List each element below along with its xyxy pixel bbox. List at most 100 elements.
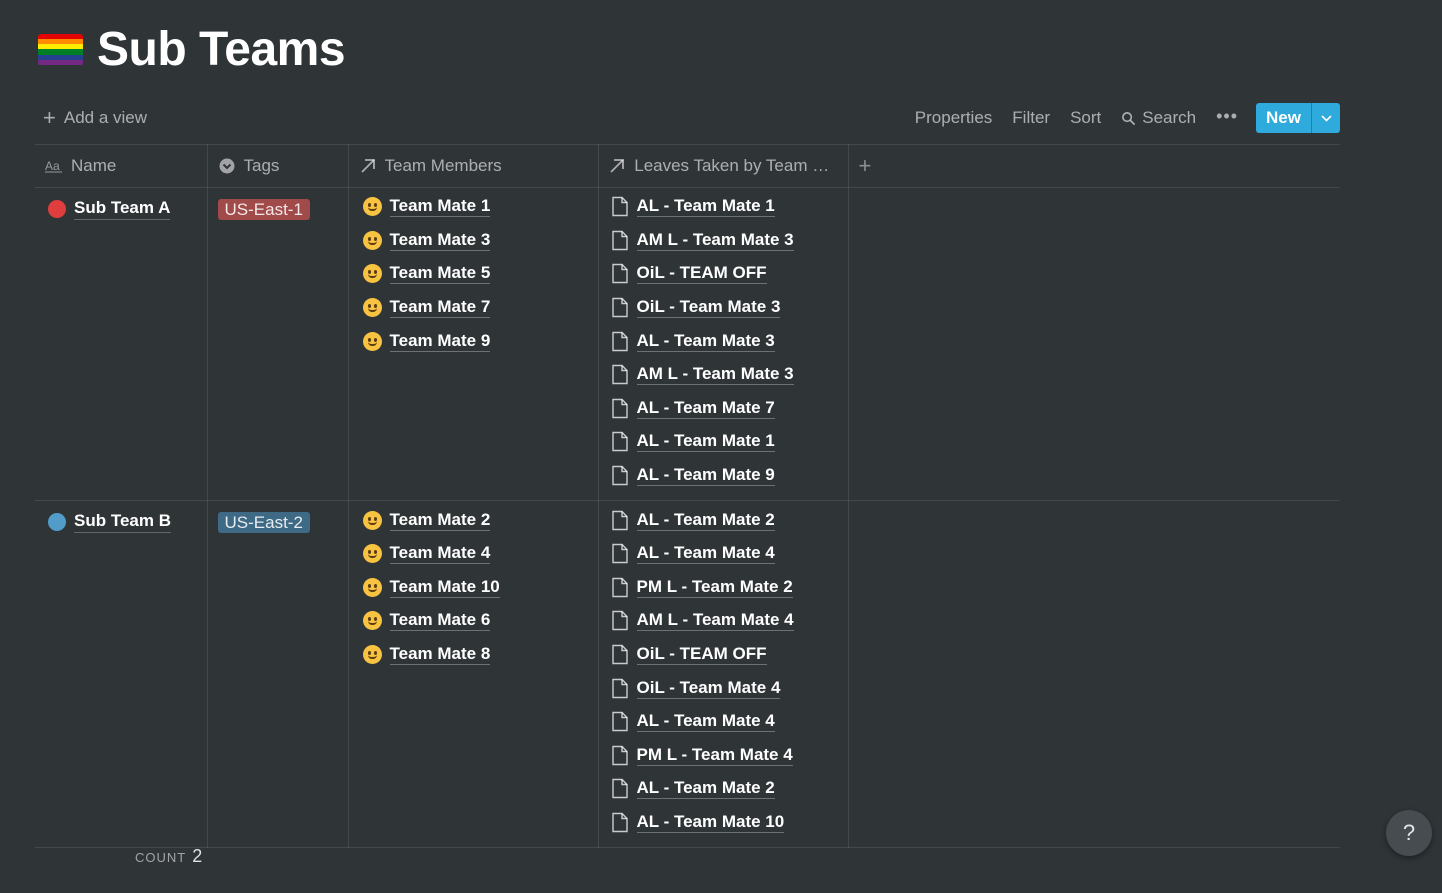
- leave-link[interactable]: PM L - Team Mate 2: [636, 577, 793, 598]
- column-header-leaves[interactable]: Leaves Taken by Team M...: [598, 144, 849, 188]
- leave-item[interactable]: AM L - Team Mate 4: [609, 604, 838, 638]
- column-label: Name: [71, 156, 117, 175]
- member-item[interactable]: Team Mate 8: [359, 638, 588, 672]
- search-label: Search: [1142, 108, 1197, 127]
- member-link[interactable]: Team Mate 1: [389, 196, 491, 218]
- more-options-icon[interactable]: •••: [1206, 106, 1248, 131]
- member-link[interactable]: Team Mate 10: [389, 577, 500, 598]
- chevron-down-icon[interactable]: [1311, 103, 1340, 133]
- member-link[interactable]: Team Mate 7: [389, 297, 491, 319]
- member-item[interactable]: Team Mate 3: [359, 224, 588, 258]
- help-button[interactable]: ?: [1386, 810, 1432, 856]
- leave-link[interactable]: AL - Team Mate 1: [636, 196, 775, 218]
- leave-item[interactable]: AL - Team Mate 4: [609, 537, 838, 571]
- table-row[interactable]: Sub Team B US-East-2 Team Mate 2 Team Ma…: [35, 500, 1340, 849]
- leave-item[interactable]: AL - Team Mate 3: [609, 324, 838, 358]
- leave-link[interactable]: AL - Team Mate 4: [636, 711, 775, 733]
- team-members-cell[interactable]: Team Mate 1 Team Mate 3 Team Mate 5 Team…: [348, 187, 599, 502]
- search-button[interactable]: Search: [1111, 108, 1206, 128]
- leave-link[interactable]: OiL - TEAM OFF: [636, 644, 767, 666]
- column-header-name[interactable]: Aa Name: [35, 144, 208, 188]
- leave-item[interactable]: AL - Team Mate 1: [609, 425, 838, 459]
- leave-link[interactable]: OiL - TEAM OFF: [636, 263, 767, 285]
- team-members-cell[interactable]: Team Mate 2 Team Mate 4 Team Mate 10 Tea…: [348, 500, 599, 849]
- table-row[interactable]: Sub Team A US-East-1 Team Mate 1 Team Ma…: [35, 187, 1340, 502]
- leave-item[interactable]: OiL - Team Mate 3: [609, 291, 838, 325]
- member-item[interactable]: Team Mate 4: [359, 537, 588, 571]
- leave-item[interactable]: AL - Team Mate 2: [609, 503, 838, 537]
- leave-item[interactable]: OiL - Team Mate 4: [609, 671, 838, 705]
- search-icon: [1122, 111, 1136, 125]
- page-document-icon: [611, 465, 629, 486]
- member-item[interactable]: Team Mate 10: [359, 571, 588, 605]
- leave-item[interactable]: AM L - Team Mate 3: [609, 358, 838, 392]
- leaves-cell[interactable]: AL - Team Mate 2 AL - Team Mate 4 PM L -…: [598, 500, 849, 849]
- count-label: COUNT: [135, 850, 187, 865]
- member-link[interactable]: Team Mate 8: [389, 644, 491, 666]
- leave-link[interactable]: PM L - Team Mate 4: [636, 745, 793, 766]
- leave-link[interactable]: AL - Team Mate 4: [636, 543, 775, 565]
- leave-item[interactable]: AM L - Team Mate 3: [609, 224, 838, 258]
- member-link[interactable]: Team Mate 2: [389, 510, 491, 531]
- leave-link[interactable]: AL - Team Mate 1: [636, 431, 775, 453]
- column-header-team-members[interactable]: Team Members: [348, 144, 599, 188]
- leave-item[interactable]: AL - Team Mate 10: [609, 806, 838, 840]
- leave-link[interactable]: AM L - Team Mate 4: [636, 610, 794, 632]
- leaves-cell[interactable]: AL - Team Mate 1 AM L - Team Mate 3 OiL …: [598, 187, 849, 502]
- add-column-button[interactable]: +: [848, 144, 1340, 188]
- column-header-tags[interactable]: Tags: [207, 144, 349, 188]
- member-item[interactable]: Team Mate 2: [359, 503, 588, 537]
- plus-icon: +: [43, 105, 56, 130]
- smiley-icon: [362, 510, 382, 530]
- member-link[interactable]: Team Mate 6: [389, 610, 491, 632]
- leave-link[interactable]: AM L - Team Mate 3: [636, 364, 794, 386]
- member-item[interactable]: Team Mate 5: [359, 257, 588, 291]
- properties-button[interactable]: Properties: [905, 108, 1002, 128]
- leave-link[interactable]: AL - Team Mate 2: [636, 778, 775, 800]
- leave-link[interactable]: OiL - Team Mate 4: [636, 678, 781, 699]
- leave-item[interactable]: OiL - TEAM OFF: [609, 257, 838, 291]
- name-cell[interactable]: Sub Team A: [35, 187, 208, 502]
- leave-item[interactable]: PM L - Team Mate 4: [609, 739, 838, 773]
- leave-item[interactable]: AL - Team Mate 9: [609, 459, 838, 493]
- plus-icon[interactable]: +: [859, 153, 872, 178]
- row-name[interactable]: Sub Team B: [74, 510, 171, 534]
- member-item[interactable]: Team Mate 9: [359, 324, 588, 358]
- leave-link[interactable]: AL - Team Mate 7: [636, 398, 775, 419]
- sort-button[interactable]: Sort: [1060, 108, 1111, 128]
- leave-item[interactable]: AL - Team Mate 1: [609, 190, 838, 224]
- rainbow-flag-icon[interactable]: [38, 33, 83, 66]
- tags-cell[interactable]: US-East-2: [207, 500, 349, 849]
- row-name[interactable]: Sub Team A: [74, 197, 171, 220]
- member-link[interactable]: Team Mate 9: [389, 331, 491, 352]
- member-item[interactable]: Team Mate 7: [359, 291, 588, 325]
- member-item[interactable]: Team Mate 6: [359, 604, 588, 638]
- member-link[interactable]: Team Mate 3: [389, 230, 491, 251]
- leave-link[interactable]: OiL - Team Mate 3: [636, 297, 781, 319]
- leave-link[interactable]: AL - Team Mate 9: [636, 465, 775, 487]
- leave-link[interactable]: AM L - Team Mate 3: [636, 230, 794, 251]
- leave-link[interactable]: AL - Team Mate 10: [636, 812, 785, 833]
- add-view-button[interactable]: + Add a view: [43, 107, 147, 129]
- new-button[interactable]: New: [1256, 103, 1340, 133]
- status-dot-icon: [48, 199, 66, 218]
- empty-cell: [848, 500, 1340, 849]
- relation-arrow-icon: [609, 158, 627, 174]
- leave-item[interactable]: OiL - TEAM OFF: [609, 638, 838, 672]
- page-title[interactable]: Sub Teams: [97, 22, 346, 77]
- member-link[interactable]: Team Mate 5: [389, 263, 491, 285]
- leave-link[interactable]: AL - Team Mate 2: [636, 510, 775, 531]
- leave-item[interactable]: AL - Team Mate 4: [609, 705, 838, 739]
- filter-button[interactable]: Filter: [1002, 108, 1060, 128]
- name-cell[interactable]: Sub Team B: [35, 500, 208, 849]
- page-document-icon: [611, 711, 629, 732]
- toolbar-actions: Properties Filter Sort Search ••• New: [905, 103, 1340, 133]
- new-button-label[interactable]: New: [1256, 103, 1311, 133]
- leave-item[interactable]: PM L - Team Mate 2: [609, 571, 838, 605]
- member-link[interactable]: Team Mate 4: [389, 543, 491, 565]
- tags-cell[interactable]: US-East-1: [207, 187, 349, 502]
- leave-item[interactable]: AL - Team Mate 2: [609, 772, 838, 806]
- member-item[interactable]: Team Mate 1: [359, 190, 588, 224]
- leave-item[interactable]: AL - Team Mate 7: [609, 392, 838, 426]
- leave-link[interactable]: AL - Team Mate 3: [636, 331, 775, 352]
